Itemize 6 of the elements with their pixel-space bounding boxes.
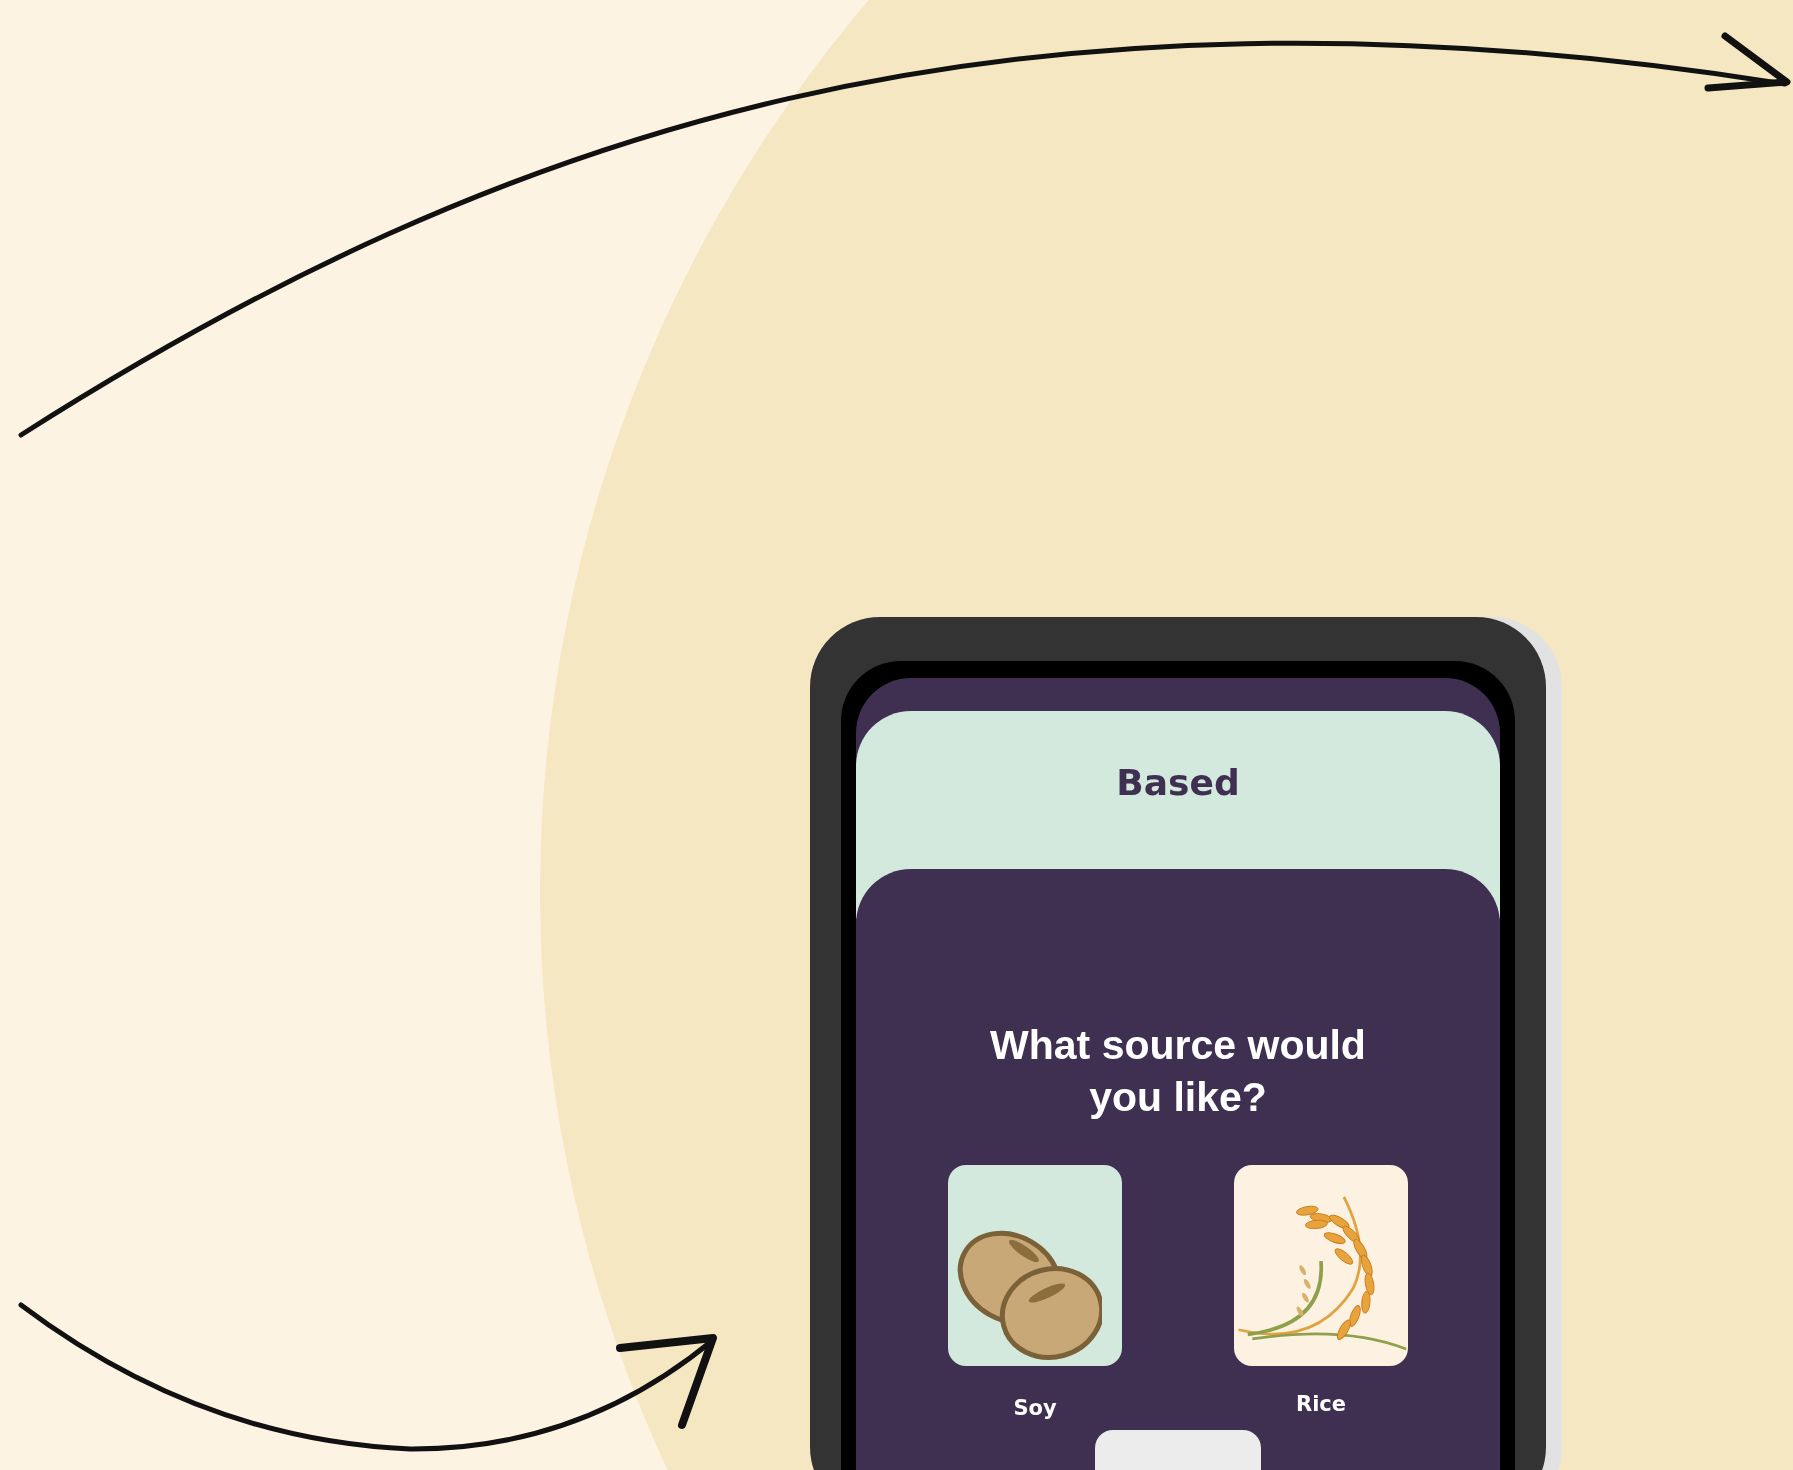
option-label: Rice [1295,1392,1347,1416]
option-label: Soy [1013,1396,1057,1420]
app-title: Based [1116,761,1240,805]
option-tile[interactable] [1234,1165,1408,1366]
question-text: What source would you like? [989,1021,1367,1122]
option-tile[interactable] [948,1165,1122,1366]
